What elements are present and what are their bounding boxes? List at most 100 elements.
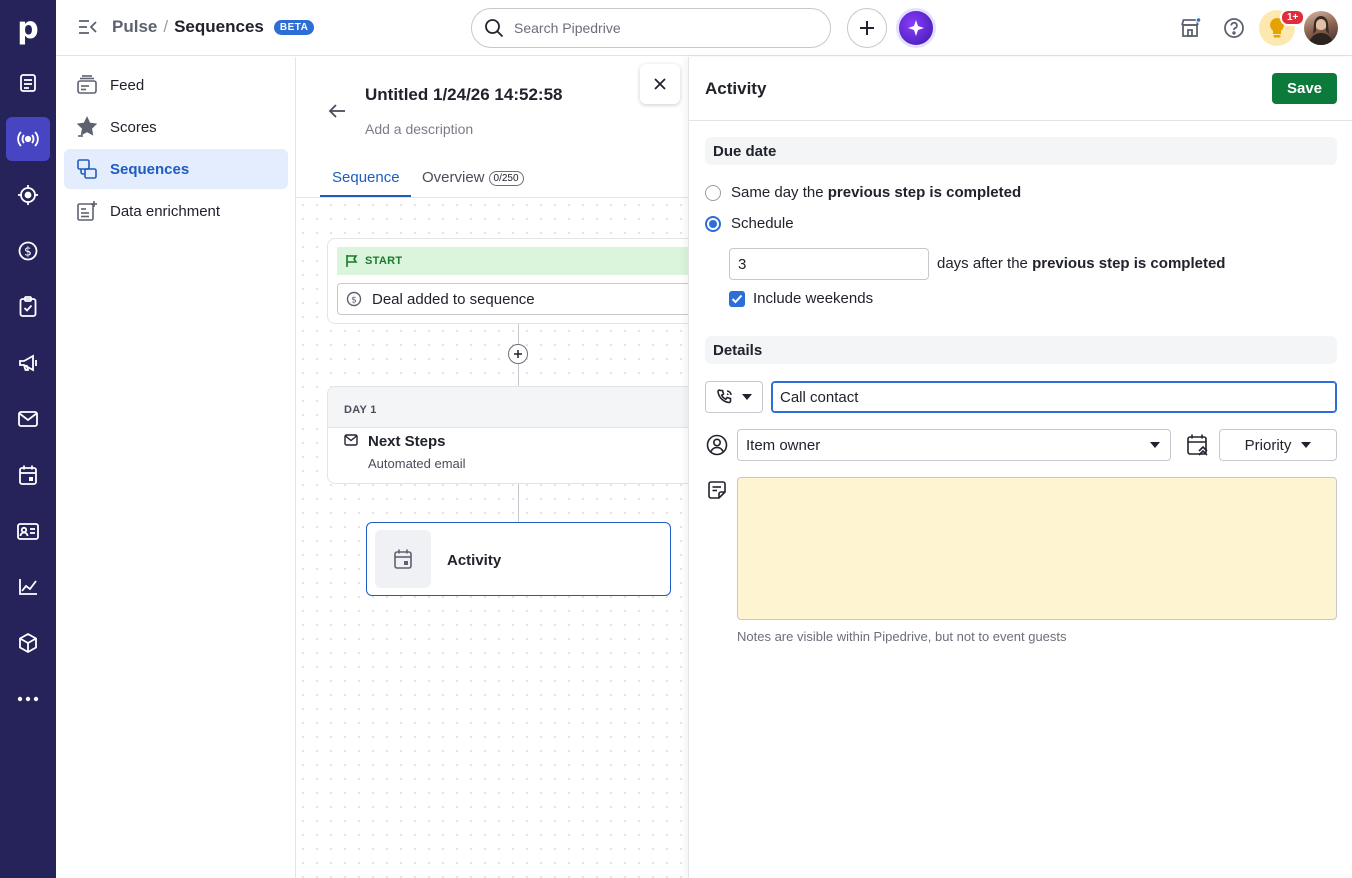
close-panel-button[interactable] xyxy=(640,64,680,104)
notes-textarea[interactable] xyxy=(737,477,1337,620)
svg-text:$: $ xyxy=(24,245,32,259)
sparkle-icon xyxy=(908,20,924,36)
step-title: Next Steps xyxy=(368,433,446,450)
notes-hint: Notes are visible within Pipedrive, but … xyxy=(737,629,1067,644)
top-bar: Pulse / Sequences BETA 1+ xyxy=(56,0,1352,56)
owner-select[interactable]: Item owner xyxy=(737,429,1171,461)
start-label: START xyxy=(365,255,403,267)
start-card: START $ Deal added to sequence xyxy=(327,238,688,324)
add-step-button[interactable] xyxy=(508,344,528,364)
beta-badge: BETA xyxy=(273,19,315,35)
tasks-icon[interactable] xyxy=(6,285,50,329)
activity-step-card[interactable]: Activity xyxy=(366,522,671,596)
pulse-sidebar: Feed Scores Sequences Data enrichment xyxy=(56,57,296,878)
note-icon xyxy=(707,480,727,500)
include-weekends-checkbox[interactable]: Include weekends xyxy=(729,290,873,307)
marketplace-icon[interactable] xyxy=(1176,14,1204,42)
flag-icon xyxy=(346,255,358,267)
checkbox-checked[interactable] xyxy=(729,290,745,307)
due-date-heading: Due date xyxy=(705,137,1337,165)
tab-overview[interactable]: Overview 0/250 xyxy=(422,169,524,197)
checkbox-label: Include weekends xyxy=(753,290,874,307)
phone-call-icon xyxy=(716,389,732,404)
tab-label: Sequence xyxy=(332,169,400,186)
priority-select[interactable]: Priority xyxy=(1219,429,1337,461)
scores-icon xyxy=(76,116,98,137)
chevron-down-icon xyxy=(1301,442,1312,448)
day-label: DAY 1 xyxy=(344,404,377,416)
sidebar-item-label: Sequences xyxy=(110,160,190,178)
page-title: Sequences xyxy=(174,17,264,36)
sidebar-item-label: Feed xyxy=(110,76,145,94)
divider xyxy=(328,427,688,428)
ai-assistant-button[interactable] xyxy=(896,8,936,48)
radio-label: Schedule xyxy=(731,215,794,232)
pipedrive-logo[interactable]: p xyxy=(0,0,56,56)
calendar-icon[interactable] xyxy=(6,453,50,497)
deals-icon[interactable]: $ xyxy=(6,229,50,273)
sidebar-item-feed[interactable]: Feed xyxy=(64,65,288,105)
sidebar-item-scores[interactable]: Scores xyxy=(64,107,288,147)
plus-icon xyxy=(514,350,522,358)
sequence-description[interactable]: Add a description xyxy=(365,121,473,137)
trigger-value: Deal added to sequence xyxy=(372,290,535,308)
radio-button[interactable] xyxy=(705,215,721,232)
search-bar[interactable] xyxy=(471,8,831,48)
products-icon[interactable] xyxy=(6,621,50,665)
check-icon xyxy=(731,294,743,303)
activity-type-select[interactable] xyxy=(705,381,763,413)
days-after-text: days after the previous step is complete… xyxy=(937,255,1226,272)
back-arrow-icon[interactable] xyxy=(328,103,346,119)
save-button[interactable]: Save xyxy=(1272,73,1337,104)
trigger-select[interactable]: $ Deal added to sequence xyxy=(337,283,688,315)
radio-button[interactable] xyxy=(705,184,721,201)
sidebar-item-label: Scores xyxy=(110,118,157,136)
calendar-priority-icon xyxy=(1186,433,1210,457)
collapse-menu-icon[interactable] xyxy=(78,18,98,36)
day-card[interactable]: DAY 1 Next Steps Automated email xyxy=(327,386,688,484)
search-input[interactable] xyxy=(514,20,804,36)
avatar[interactable] xyxy=(1304,11,1338,45)
sidebar-item-sequences[interactable]: Sequences xyxy=(64,149,288,189)
contacts-icon[interactable] xyxy=(6,509,50,553)
tab-label: Overview xyxy=(422,169,485,186)
plus-icon xyxy=(860,21,874,35)
target-icon[interactable] xyxy=(6,173,50,217)
sequence-title[interactable]: Untitled 1/24/26 14:52:58 xyxy=(365,85,562,105)
sidebar-item-data-enrichment[interactable]: Data enrichment xyxy=(64,191,288,231)
mail-icon xyxy=(344,434,358,446)
details-heading: Details xyxy=(705,336,1337,364)
start-banner: START xyxy=(337,247,688,275)
breadcrumb: Pulse / Sequences BETA xyxy=(112,17,315,37)
radio-schedule[interactable]: Schedule xyxy=(705,215,794,232)
insights-icon[interactable] xyxy=(6,565,50,609)
radio-label: Same day the previous step is completed xyxy=(731,184,1022,201)
breadcrumb-pulse[interactable]: Pulse xyxy=(112,17,157,37)
activity-panel: Activity Save Due date Same day the prev… xyxy=(688,57,1352,878)
help-icon[interactable] xyxy=(1220,14,1248,42)
subject-input[interactable] xyxy=(771,381,1337,413)
campaigns-icon[interactable] xyxy=(6,341,50,385)
activity-icon-box xyxy=(375,530,431,588)
close-icon xyxy=(654,78,666,90)
pulse-icon[interactable] xyxy=(6,117,50,161)
days-input[interactable] xyxy=(729,248,929,280)
panel-header: Activity Save xyxy=(689,57,1352,121)
sequences-icon xyxy=(77,159,97,179)
breadcrumb-separator: / xyxy=(163,17,169,36)
svg-text:$: $ xyxy=(351,296,357,306)
more-icon[interactable] xyxy=(6,677,50,721)
day-header xyxy=(328,387,688,427)
calendar-icon xyxy=(394,549,412,569)
sequence-canvas: Untitled 1/24/26 14:52:58 Add a descript… xyxy=(296,57,688,878)
mail-icon[interactable] xyxy=(6,397,50,441)
connector-line xyxy=(518,364,519,386)
tab-sequence[interactable]: Sequence xyxy=(320,169,411,197)
leads-icon[interactable] xyxy=(6,61,50,105)
priority-label: Priority xyxy=(1244,436,1292,454)
owner-value: Item owner xyxy=(746,436,821,454)
radio-same-day[interactable]: Same day the previous step is completed xyxy=(705,184,1021,201)
panel-title: Activity xyxy=(705,79,767,98)
quick-add-button[interactable] xyxy=(847,8,887,48)
chevron-down-icon xyxy=(741,394,752,400)
